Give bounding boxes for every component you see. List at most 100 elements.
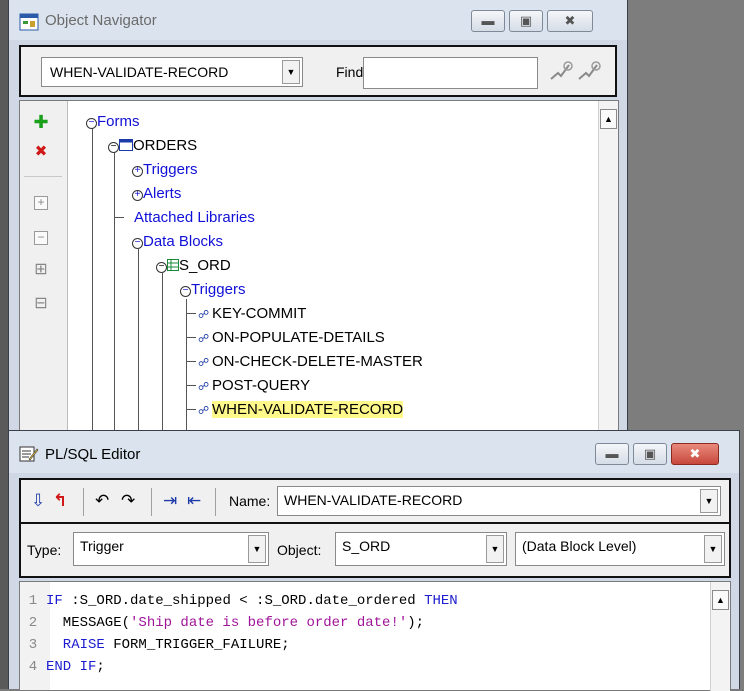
toolbar-separator — [24, 176, 62, 177]
chevron-down-icon[interactable]: ▼ — [282, 60, 300, 84]
navigator-side-toolbar: ✚ ✖ + − ⊞ ⊟ — [20, 101, 68, 466]
tree-node-trigger[interactable]: ☍ KEY-COMMIT — [198, 305, 306, 324]
chevron-down-icon[interactable]: ▼ — [248, 535, 266, 563]
data-block-icon — [167, 259, 179, 271]
minimize-icon: ▬ — [605, 446, 619, 461]
form-icon — [119, 139, 133, 151]
level-combo[interactable]: (Data Block Level) ▼ — [515, 532, 725, 566]
chevron-down-icon[interactable]: ▼ — [700, 489, 718, 513]
redo-icon[interactable]: ↷ — [121, 491, 135, 511]
editor-app-icon — [19, 446, 39, 462]
code-line: 3 RAISE FORM_TRIGGER_FAILURE; — [20, 634, 290, 656]
tree-node-triggers[interactable]: + Triggers — [132, 161, 197, 179]
level-value: (Data Block Level) — [522, 538, 637, 554]
scroll-up-icon[interactable]: ▲ — [600, 109, 617, 129]
tree-node-orders[interactable]: − ORDERS — [108, 137, 197, 155]
code-scrollbar[interactable]: ▲ — [710, 582, 730, 691]
plsql-editor-window: PL/SQL Editor ▬ ▣ ✖ ⇩ ↰ ↶ ↷ ⇥ ⇤ Name: WH… — [8, 430, 740, 691]
editor-minimize-button[interactable]: ▬ — [595, 443, 629, 465]
revert-icon[interactable]: ↰ — [53, 491, 67, 511]
collapse-toggle-icon[interactable]: − — [156, 262, 167, 273]
collapse-toggle-icon[interactable]: − — [86, 118, 97, 129]
line-number: 1 — [28, 593, 38, 609]
expand-all-icon[interactable]: ⊞ — [34, 262, 48, 278]
tree-node-trigger[interactable]: ☍ ON-POPULATE-DETAILS — [198, 329, 385, 348]
editor-maximize-button[interactable]: ▣ — [633, 443, 667, 465]
desktop-edge — [0, 0, 8, 689]
unindent-icon[interactable]: ⇤ — [187, 491, 201, 511]
navigator-app-icon — [19, 13, 39, 31]
name-combo[interactable]: WHEN-VALIDATE-RECORD ▼ — [277, 486, 721, 516]
code-line: 2 MESSAGE('Ship date is before order dat… — [20, 612, 424, 634]
toolbar-separator — [83, 488, 84, 516]
tree-node-block-triggers[interactable]: − Triggers — [180, 281, 245, 299]
find-input[interactable] — [363, 57, 538, 89]
object-label: Object: — [277, 542, 322, 558]
tree-connector — [186, 337, 196, 338]
toolbar-separator — [215, 488, 216, 516]
code-editor[interactable]: 1 IF :S_ORD.date_shipped < :S_ORD.date_or… — [19, 581, 731, 691]
find-previous-icon[interactable] — [548, 59, 574, 85]
create-icon[interactable]: ✚ — [32, 113, 50, 131]
trigger-icon: ☍ — [198, 357, 210, 369]
navigator-titlebar[interactable]: Object Navigator ▬ ▣ ✖ — [9, 0, 627, 40]
tree-connector — [186, 313, 196, 314]
collapse-toggle-icon[interactable]: − — [108, 142, 119, 153]
type-combo[interactable]: Trigger ▼ — [73, 532, 269, 566]
tree-node-trigger[interactable]: ☍ ON-CHECK-DELETE-MASTER — [198, 353, 423, 372]
tree-node-attached-libraries[interactable]: Attached Libraries — [134, 209, 255, 227]
editor-toolbar: ⇩ ↰ ↶ ↷ ⇥ ⇤ Name: WHEN-VALIDATE-RECORD ▼ — [19, 478, 731, 524]
trigger-icon: ☍ — [198, 309, 210, 321]
close-button[interactable]: ✖ — [547, 10, 593, 32]
editor-title: PL/SQL Editor — [45, 446, 141, 463]
tree-node-alerts[interactable]: + Alerts — [132, 185, 181, 203]
maximize-button[interactable]: ▣ — [509, 10, 543, 32]
editor-selector-bar: Type: Trigger ▼ Object: S_ORD ▼ (Data Bl… — [19, 524, 731, 578]
collapse-icon[interactable]: − — [34, 231, 48, 245]
code-line: 4 END IF; — [20, 656, 105, 678]
expand-toggle-icon[interactable]: + — [132, 190, 143, 201]
collapse-all-icon[interactable]: ⊟ — [34, 296, 48, 312]
delete-icon[interactable]: ✖ — [32, 143, 50, 161]
close-icon: ✖ — [564, 13, 576, 28]
trigger-icon: ☍ — [198, 333, 210, 345]
indent-icon[interactable]: ⇥ — [163, 491, 177, 511]
expand-toggle-icon[interactable]: + — [132, 166, 143, 177]
chevron-down-icon[interactable]: ▼ — [486, 535, 504, 563]
navigator-title: Object Navigator — [45, 12, 157, 29]
undo-icon[interactable]: ↶ — [95, 491, 109, 511]
minimize-button[interactable]: ▬ — [471, 10, 505, 32]
chevron-down-icon[interactable]: ▼ — [704, 535, 722, 563]
tree-node-forms[interactable]: − Forms — [86, 113, 140, 131]
editor-close-button[interactable]: ✖ — [671, 443, 719, 465]
object-combo[interactable]: WHEN-VALIDATE-RECORD ▼ — [41, 57, 303, 87]
object-combo-value: WHEN-VALIDATE-RECORD — [50, 64, 229, 80]
collapse-toggle-icon[interactable]: − — [132, 238, 143, 249]
tree-node-s-ord[interactable]: − S_ORD — [156, 257, 231, 275]
find-next-icon[interactable] — [576, 59, 602, 85]
line-number: 3 — [28, 637, 38, 653]
object-combo[interactable]: S_ORD ▼ — [335, 532, 507, 566]
minimize-icon: ▬ — [481, 13, 495, 28]
tree-node-data-blocks[interactable]: − Data Blocks — [132, 233, 223, 251]
tree-connector — [186, 409, 196, 410]
object-tree: − Forms − ORDERS + Triggers + Alerts Attache… — [68, 101, 598, 467]
scroll-up-icon[interactable]: ▲ — [712, 590, 729, 610]
name-label: Name: — [229, 493, 271, 509]
navigator-toolbar: WHEN-VALIDATE-RECORD ▼ Find: — [19, 45, 617, 97]
navigator-scrollbar[interactable]: ▲ — [598, 101, 618, 466]
tree-connector — [186, 385, 196, 386]
compile-icon[interactable]: ⇩ — [31, 491, 45, 511]
tree-node-trigger-selected[interactable]: ☍ WHEN-VALIDATE-RECORD — [198, 401, 404, 420]
type-label: Type: — [27, 542, 62, 558]
code-line: 1 IF :S_ORD.date_shipped < :S_ORD.date_or… — [20, 590, 458, 612]
tree-connector — [114, 217, 124, 218]
editor-titlebar[interactable]: PL/SQL Editor ▬ ▣ ✖ — [9, 431, 739, 473]
name-value: WHEN-VALIDATE-RECORD — [284, 492, 463, 508]
tree-connector — [92, 127, 93, 467]
tree-node-trigger[interactable]: ☍ POST-QUERY — [198, 377, 310, 396]
expand-icon[interactable]: + — [34, 196, 48, 210]
tree-connector — [186, 361, 196, 362]
navigator-body: ✚ ✖ + − ⊞ ⊟ − Forms − ORDERS + Triggers … — [19, 100, 619, 467]
collapse-toggle-icon[interactable]: − — [180, 286, 191, 297]
